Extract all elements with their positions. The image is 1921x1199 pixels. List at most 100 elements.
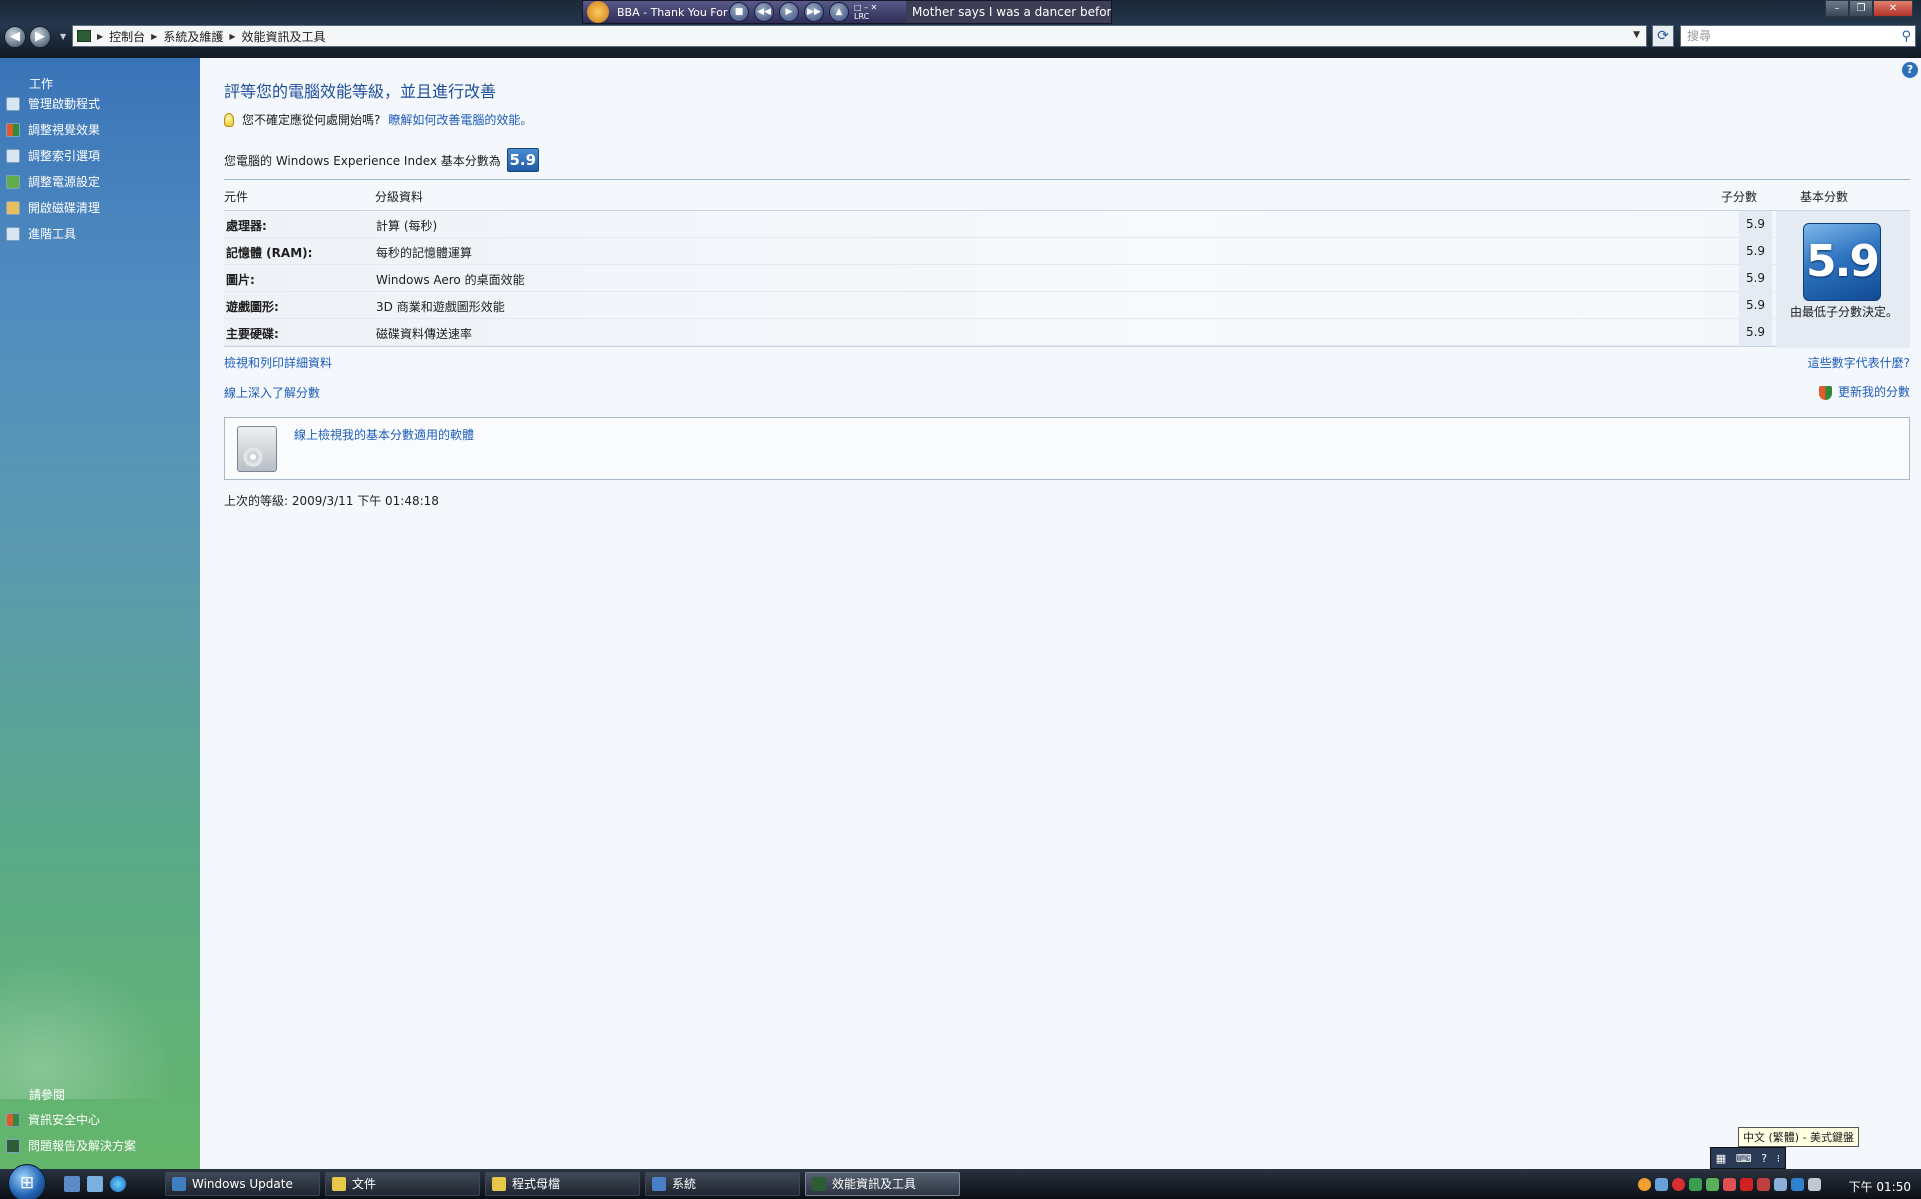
table-row: 圖片: Windows Aero 的桌面效能 5.9	[224, 265, 1910, 292]
network-connection-icon[interactable]	[1791, 1177, 1804, 1191]
task-advanced-tools[interactable]: 進階工具	[6, 225, 76, 242]
help-icon[interactable]: ?	[1761, 1152, 1767, 1165]
ime-mode-icon[interactable]: ▦	[1716, 1152, 1726, 1165]
breadcrumb-performance-tools[interactable]: 效能資訊及工具	[242, 28, 326, 45]
close-button[interactable]: ✕	[1873, 0, 1913, 17]
app-tray-icon[interactable]	[1757, 1177, 1770, 1191]
tip-text: 您不確定應從何處開始嗎?	[242, 113, 381, 127]
shield-icon	[1818, 385, 1832, 400]
breadcrumb-system-maintenance[interactable]: 系統及維護	[163, 28, 223, 45]
component-name: 記憶體 (RAM):	[226, 246, 313, 260]
ati-icon[interactable]	[1740, 1177, 1753, 1191]
chevron-down-icon[interactable]: ▼	[1633, 30, 1640, 40]
search-icon[interactable]: ⚲	[1901, 27, 1911, 47]
taskbar-button-program-files[interactable]: 程式母檔	[485, 1172, 640, 1196]
network-icon[interactable]	[1655, 1177, 1668, 1191]
task-indexing-options[interactable]: 調整索引選項	[6, 147, 100, 164]
improve-performance-link[interactable]: 瞭解如何改善電腦的效能。	[388, 111, 532, 128]
switch-windows-icon[interactable]	[87, 1176, 103, 1192]
media-player-tray-icon[interactable]	[1638, 1177, 1651, 1191]
player-window-buttons[interactable]: □ – ✕	[854, 3, 902, 12]
help-icon[interactable]: ?	[1902, 62, 1918, 78]
folder-icon	[332, 1177, 346, 1191]
taskbar: ⊞ Windows Update 文件 程式母檔 系統 效能資訊及工具 下午 0…	[0, 1164, 1921, 1199]
view-print-details-link[interactable]: 檢視和列印詳細資料	[224, 354, 332, 371]
problem-reports-icon	[6, 1138, 20, 1153]
start-button[interactable]: ⊞	[8, 1164, 46, 1199]
update-tray-icon[interactable]	[1706, 1177, 1719, 1191]
task-pane: 工作 管理啟動程式 調整視覺效果 調整索引選項 調整電源設定 開啟磁碟清理 進階…	[0, 58, 200, 1169]
view-software-online-link[interactable]: 線上檢視我的基本分數適用的軟體	[294, 426, 474, 443]
chevron-right-icon[interactable]: ▶	[97, 32, 103, 41]
display-tray-icon[interactable]	[1774, 1177, 1787, 1191]
show-desktop-icon[interactable]	[64, 1176, 80, 1192]
internet-explorer-icon[interactable]	[110, 1176, 126, 1192]
forward-button[interactable]: ▶	[29, 26, 51, 48]
decorative-swirl	[0, 939, 200, 1099]
language-bar[interactable]: ▦ ⌨ ? ⁝	[1710, 1147, 1786, 1169]
task-power-settings[interactable]: 調整電源設定	[6, 173, 100, 190]
control-panel-icon	[77, 30, 91, 42]
security-center-icon	[6, 1112, 20, 1127]
see-also-label[interactable]: 問題報告及解決方案	[28, 1137, 136, 1154]
taskbar-button-performance-tools[interactable]: 效能資訊及工具	[805, 1172, 960, 1196]
task-label[interactable]: 開啟磁碟清理	[28, 199, 100, 216]
lightbulb-icon	[224, 112, 234, 127]
volume-icon[interactable]	[1808, 1177, 1821, 1191]
what-numbers-mean-link[interactable]: 這些數字代表什麼?	[1808, 354, 1910, 371]
clock[interactable]: 下午 01:50	[1849, 1178, 1911, 1195]
play-button[interactable]: ▶	[779, 2, 799, 22]
breadcrumb-control-panel[interactable]: 控制台	[109, 28, 145, 45]
power-icon	[6, 174, 20, 189]
options-icon[interactable]: ⁝	[1777, 1152, 1781, 1165]
update-score-link[interactable]: 更新我的分數	[1838, 385, 1910, 399]
task-visual-effects[interactable]: 調整視覺效果	[6, 121, 100, 138]
update-score-row[interactable]: 更新我的分數	[1818, 383, 1910, 400]
learn-scores-online-link[interactable]: 線上深入了解分數	[224, 384, 320, 401]
component-name: 主要硬碟:	[226, 327, 279, 341]
task-disk-cleanup[interactable]: 開啟磁碟清理	[6, 199, 100, 216]
task-label[interactable]: 調整視覺效果	[28, 121, 100, 138]
taskbar-button-windows-update[interactable]: Windows Update	[165, 1172, 320, 1196]
column-header-subscore: 子分數	[1721, 190, 1758, 204]
security-alert-icon[interactable]	[1672, 1177, 1685, 1191]
recent-pages-dropdown[interactable]: ▼	[60, 32, 66, 41]
base-score-badge-small: 5.9	[506, 148, 539, 172]
search-input[interactable]: 搜尋 ⚲	[1680, 25, 1916, 47]
task-label[interactable]: 管理啟動程式	[28, 95, 100, 112]
previous-button[interactable]: ◀◀	[754, 2, 774, 22]
keyboard-icon[interactable]: ⌨	[1736, 1152, 1752, 1165]
maximize-button[interactable]: ❐	[1849, 0, 1873, 17]
rating-detail: 3D 商業和遊戲圖形效能	[376, 300, 505, 314]
minimize-button[interactable]: –	[1825, 0, 1849, 17]
task-manage-startup[interactable]: 管理啟動程式	[6, 95, 100, 112]
index-icon	[6, 148, 20, 163]
taskbar-button-system[interactable]: 系統	[645, 1172, 800, 1196]
stop-button[interactable]: ■	[729, 2, 749, 22]
page-title: 評等您的電腦效能等級，並且進行改善	[224, 82, 497, 101]
see-also-label[interactable]: 資訊安全中心	[28, 1111, 100, 1128]
see-also-problem-reports[interactable]: 問題報告及解決方案	[6, 1137, 136, 1154]
software-box: 線上檢視我的基本分數適用的軟體	[224, 417, 1910, 480]
column-header-base-score: 基本分數	[1800, 190, 1849, 204]
eject-button[interactable]: ▲	[829, 2, 849, 22]
speaker-alert-icon[interactable]	[1723, 1177, 1736, 1191]
table-row: 主要硬碟: 磁碟資料傳送速率 5.9	[224, 319, 1910, 346]
task-label[interactable]: 調整電源設定	[28, 173, 100, 190]
next-button[interactable]: ▶▶	[804, 2, 824, 22]
chevron-right-icon[interactable]: ▶	[229, 32, 235, 41]
task-label[interactable]: 調整索引選項	[28, 147, 100, 164]
task-label[interactable]: 進階工具	[28, 225, 76, 242]
folder-icon	[492, 1177, 506, 1191]
sync-icon[interactable]	[1689, 1177, 1702, 1191]
subscore-value: 5.9	[1739, 238, 1772, 265]
player-logo-icon	[587, 1, 609, 23]
song-title: BBA - Thank You For Th	[617, 5, 729, 19]
back-button[interactable]: ◀	[4, 26, 26, 48]
taskbar-button-label: 文件	[352, 1177, 377, 1191]
taskbar-button-documents[interactable]: 文件	[325, 1172, 480, 1196]
see-also-security-center[interactable]: 資訊安全中心	[6, 1111, 100, 1128]
chevron-right-icon[interactable]: ▶	[151, 32, 157, 41]
address-bar[interactable]: ▶ 控制台 ▶ 系統及維護 ▶ 效能資訊及工具 ▼	[72, 25, 1647, 47]
refresh-button[interactable]: ⟳	[1652, 25, 1674, 47]
